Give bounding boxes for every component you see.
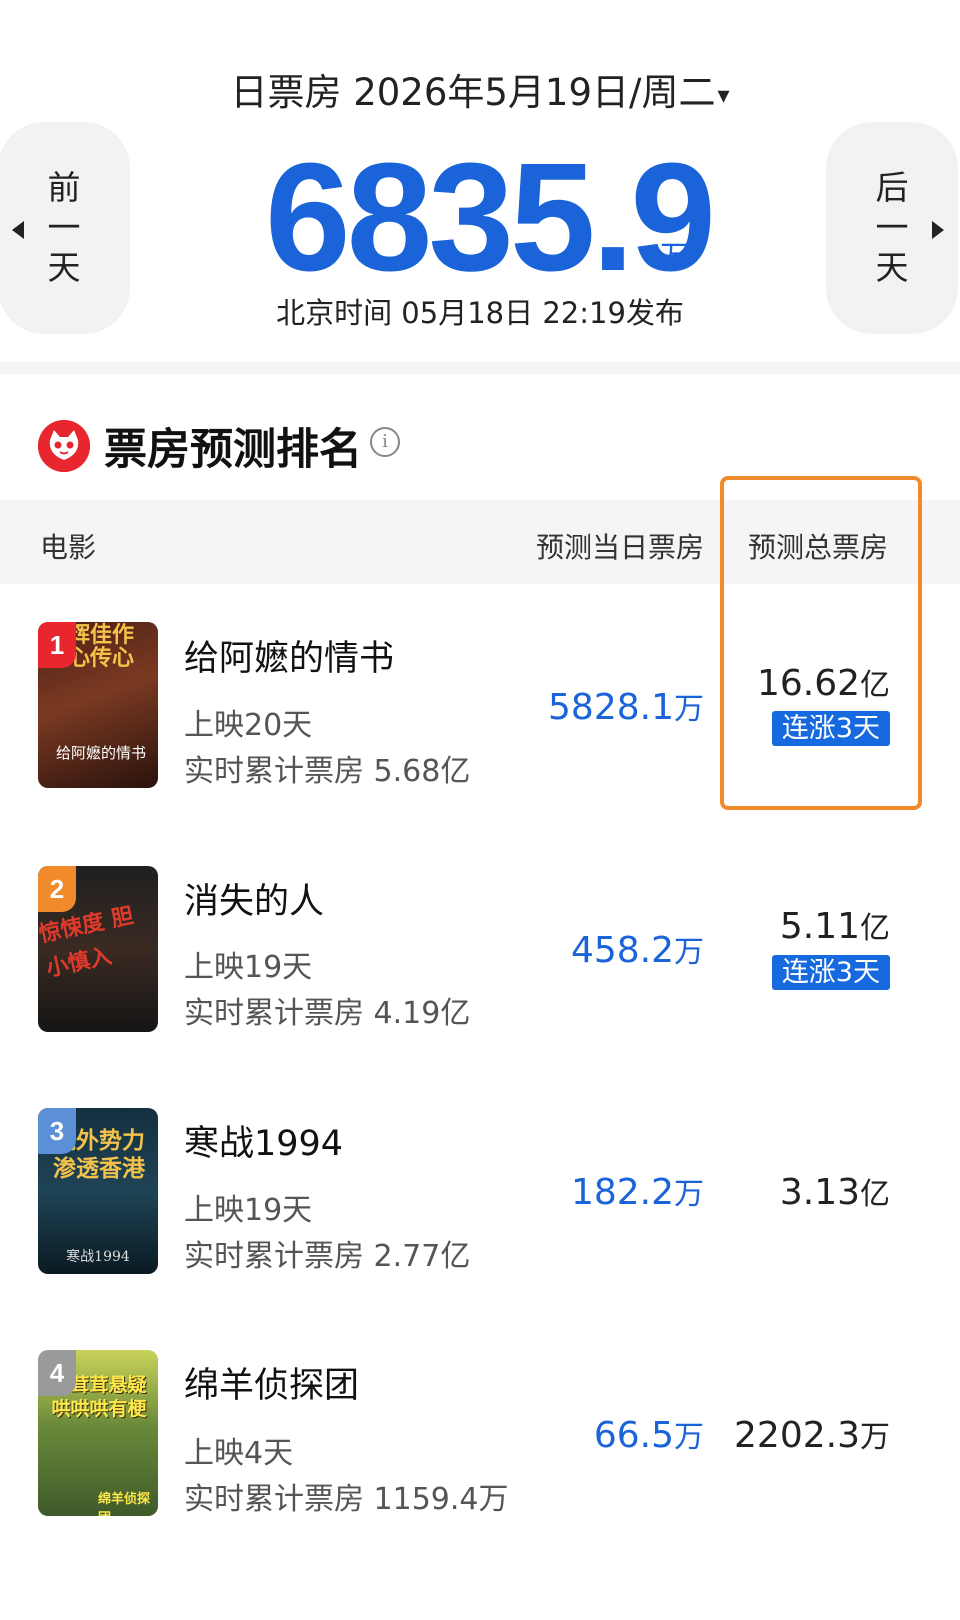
- date-selector[interactable]: 日票房 2026年5月19日/周二▾: [0, 62, 960, 116]
- column-header-daily-forecast[interactable]: 预测当日票房: [536, 526, 704, 566]
- total-forecast-number: 2202.3: [734, 1415, 860, 1456]
- poster-subtitle: 给阿嬷的情书: [56, 744, 147, 762]
- total-forecast-unit: 亿: [860, 911, 890, 946]
- streak-badge: 连涨3天: [771, 955, 890, 990]
- section-divider: [0, 362, 960, 374]
- cumulative-box-office: 实时累计票房 1159.4万: [184, 1482, 509, 1517]
- total-forecast-value: 2202.3万: [650, 1412, 890, 1456]
- dropdown-caret-icon: ▾: [717, 80, 730, 109]
- list-item[interactable]: 毛茸茸悬疑 哄哄哄有梗 绵羊侦探团 4: [38, 1350, 158, 1516]
- total-forecast-unit: 亿: [860, 1177, 890, 1212]
- list-item[interactable]: 辉佳作 心传心 给阿嬷的情书 1: [38, 622, 158, 788]
- previous-day-label-2: 一: [47, 208, 81, 247]
- movie-poster[interactable]: 境外势力 渗透香港 寒战1994 3: [38, 1108, 158, 1274]
- release-days: 上映19天: [184, 1193, 313, 1228]
- info-icon[interactable]: i: [370, 427, 400, 457]
- rank-badge: 2: [38, 866, 76, 912]
- poster-subtitle: 寒战1994: [66, 1249, 130, 1265]
- movie-title[interactable]: 给阿嬷的情书: [184, 630, 394, 681]
- rank-badge: 4: [38, 1350, 76, 1396]
- total-forecast-number: 3.13: [779, 1172, 860, 1213]
- next-day-label-1: 后: [875, 168, 909, 207]
- cumulative-box-office: 实时累计票房 4.19亿: [184, 996, 471, 1031]
- date-label: 日票房 2026年5月19日/周二: [230, 71, 716, 114]
- total-forecast-value: 5.11亿: [650, 903, 890, 947]
- total-box-office-unit: 万: [660, 240, 690, 275]
- previous-day-label-3: 天: [47, 248, 81, 287]
- left-arrow-icon[interactable]: [12, 221, 24, 239]
- publish-time: 北京时间 05月18日 22:19发布: [276, 296, 684, 330]
- total-forecast-unit: 万: [860, 1420, 890, 1455]
- rank-badge: 3: [38, 1108, 76, 1154]
- movie-title[interactable]: 消失的人: [184, 873, 324, 924]
- next-day-label-2: 一: [875, 208, 909, 247]
- poster-subtitle: 绵羊侦探团: [98, 1492, 151, 1516]
- rank-badge: 1: [38, 622, 76, 668]
- previous-day-label-1: 前: [47, 168, 81, 207]
- total-box-office-value: 6835.9: [265, 131, 716, 303]
- movie-title[interactable]: 寒战1994: [184, 1115, 343, 1166]
- release-days: 上映4天: [184, 1436, 294, 1471]
- release-days: 上映20天: [184, 708, 313, 743]
- cumulative-box-office: 实时累计票房 5.68亿: [184, 754, 471, 789]
- column-header-movie: 电影: [40, 531, 97, 564]
- movie-poster[interactable]: 毛茸茸悬疑 哄哄哄有梗 绵羊侦探团 4: [38, 1350, 158, 1516]
- list-item[interactable]: 惊悚度 胆小慎入 2: [38, 866, 158, 1032]
- section-title: 票房预测排名: [104, 425, 362, 475]
- maoyan-cat-logo-icon: [38, 420, 90, 472]
- poster-title-text: 辉佳作 心传心: [68, 623, 135, 672]
- list-item[interactable]: 境外势力 渗透香港 寒战1994 3: [38, 1108, 158, 1274]
- total-forecast-value: 3.13亿: [650, 1169, 890, 1213]
- movie-poster[interactable]: 惊悚度 胆小慎入 2: [38, 866, 158, 1032]
- movie-poster[interactable]: 辉佳作 心传心 给阿嬷的情书 1: [38, 622, 158, 788]
- movie-title[interactable]: 绵羊侦探团: [184, 1357, 359, 1408]
- cumulative-box-office: 实时累计票房 2.77亿: [184, 1239, 471, 1274]
- right-arrow-icon[interactable]: [932, 221, 944, 239]
- release-days: 上映19天: [184, 950, 313, 985]
- total-forecast-number: 5.11: [779, 906, 860, 947]
- highlight-box: [720, 476, 922, 810]
- next-day-label-3: 天: [875, 248, 909, 287]
